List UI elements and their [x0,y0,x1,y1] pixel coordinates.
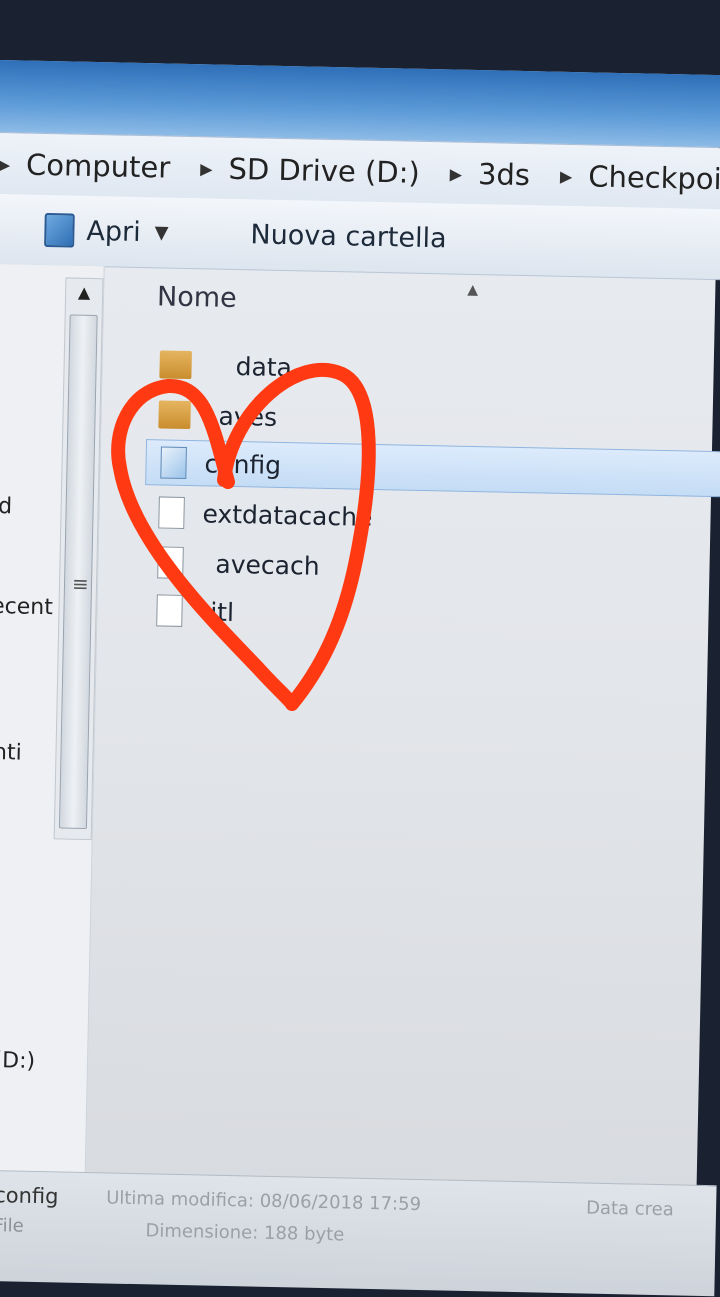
nav-item[interactable]: recent [0,594,53,620]
chevron-right-icon: ▶ [449,163,463,184]
config-file-icon [160,446,187,479]
nav-item[interactable]: enti [0,740,22,766]
breadcrumb-computer[interactable]: ▶ Computer [0,147,171,185]
scroll-thumb[interactable]: ≡ [58,314,98,829]
breadcrumb-checkpoint[interactable]: ▶ Checkpoin [554,159,720,197]
breadcrumb-label: SD Drive (D:) [228,151,421,190]
breadcrumb-label: Checkpoin [587,159,720,197]
grip-icon: ≡ [71,571,90,596]
breadcrumb-3ds[interactable]: ▶ 3ds [443,156,531,193]
file-icon [156,594,183,627]
file-list: Nome ▲ data aves config extdatacache ave… [86,266,720,1239]
nav-item[interactable]: ad [0,494,12,520]
details-created: Data crea [585,1197,675,1221]
chevron-right-icon: ▶ [559,166,573,186]
chevron-right-icon: ▶ [200,158,213,178]
details-pane: config File Ultima modifica: 08/06/2018 … [0,1169,717,1297]
file-name: aves [218,401,278,432]
file-name: extdatacache [202,498,373,532]
dropdown-arrow-icon[interactable]: ▼ [154,222,168,243]
breadcrumb-label: Computer [25,147,171,185]
details-file-type: File [0,1215,24,1237]
open-button-label: Apri [86,215,141,248]
chevron-right-icon: ▶ [0,154,11,174]
scroll-up-arrow-icon[interactable]: ▲ [66,282,102,302]
list-item[interactable]: titl [142,587,703,645]
file-name: config [204,448,282,480]
notepad-icon [44,212,75,248]
list-item[interactable]: extdatacache [144,489,705,547]
details-modified: Ultima modifica: 08/06/2018 17:59 [105,1187,422,1216]
breadcrumb-label: 3ds [477,157,531,193]
file-name: titl [200,596,235,627]
explorer-window: ▶ Computer ▶ SD Drive (D:) ▶ 3ds ▶ Check… [0,60,720,1297]
details-file-name: config [0,1183,59,1209]
sort-arrow-icon: ▲ [467,281,479,299]
new-folder-button[interactable]: Nuova cartella [250,219,447,254]
nav-item[interactable]: e (D:) [0,1048,35,1074]
list-item-selected[interactable]: config [145,439,720,498]
breadcrumb-sd-drive[interactable]: ▶ SD Drive (D:) [194,151,420,190]
folder-icon [158,400,191,430]
open-button[interactable]: Apri ▼ [0,212,169,250]
column-header-name[interactable]: Nome [157,281,237,314]
file-name: avecach [215,549,320,581]
folder-icon [159,350,192,380]
details-size: Dimensione: 188 byte [145,1220,345,1246]
file-icon [157,546,184,579]
new-folder-label: Nuova cartella [250,218,447,254]
file-icon [158,496,185,529]
list-item[interactable]: data [147,341,708,399]
file-name: data [235,351,293,382]
